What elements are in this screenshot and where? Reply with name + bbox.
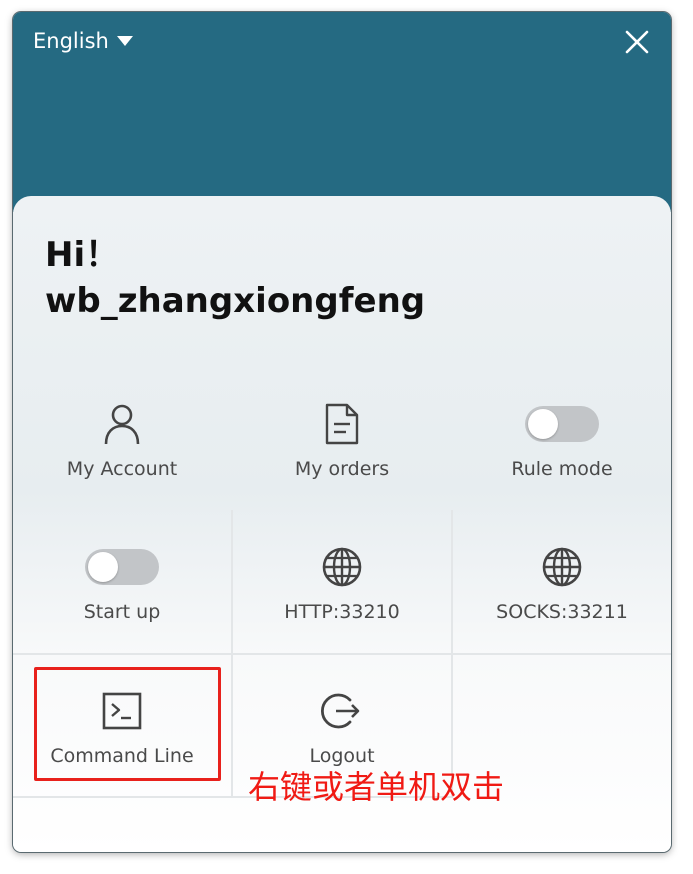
- menu-grid: My Account My orders Rule mode Start up …: [13, 368, 671, 798]
- globe-icon: [322, 547, 362, 587]
- my-orders-button[interactable]: My orders: [233, 368, 451, 510]
- logout-icon: [321, 693, 360, 729]
- start-up-switch[interactable]: [85, 549, 159, 585]
- rule-mode-label: Rule mode: [511, 458, 613, 480]
- toggle-knob: [528, 409, 558, 439]
- socks-port-label: SOCKS:33211: [496, 601, 628, 623]
- command-line-label: Command Line: [50, 745, 194, 767]
- username: wb_zhangxiongfeng: [45, 281, 426, 321]
- rule-mode-toggle[interactable]: Rule mode: [453, 368, 671, 510]
- command-line-button[interactable]: Command Line: [13, 655, 231, 797]
- language-selector[interactable]: English: [33, 29, 133, 53]
- annotation-text: 右键或者单机双击: [248, 768, 505, 806]
- language-label: English: [33, 29, 109, 53]
- my-orders-label: My orders: [294, 458, 390, 480]
- caret-down-icon: [116, 36, 133, 46]
- my-account-button[interactable]: My Account: [13, 368, 231, 510]
- user-icon: [104, 404, 140, 445]
- close-icon[interactable]: [623, 28, 651, 56]
- globe-icon: [542, 547, 582, 587]
- rule-mode-switch[interactable]: [525, 406, 599, 442]
- greeting-hi: Hi！: [45, 235, 120, 275]
- app-window: English Hi！ wb_zhangxiongfeng My Account…: [13, 12, 671, 852]
- document-icon: [325, 403, 359, 445]
- socks-port-button[interactable]: SOCKS:33211: [453, 511, 671, 653]
- start-up-toggle[interactable]: Start up: [13, 511, 231, 653]
- http-port-label: HTTP:33210: [284, 601, 400, 623]
- start-up-label: Start up: [83, 601, 161, 623]
- http-port-button[interactable]: HTTP:33210: [233, 511, 451, 653]
- main-panel: Hi！ wb_zhangxiongfeng My Account My orde…: [13, 196, 671, 852]
- terminal-icon: [102, 692, 142, 730]
- toggle-knob: [88, 552, 118, 582]
- header-bar: English: [13, 12, 671, 212]
- greeting: Hi！ wb_zhangxiongfeng: [45, 232, 425, 324]
- my-account-label: My Account: [66, 458, 178, 480]
